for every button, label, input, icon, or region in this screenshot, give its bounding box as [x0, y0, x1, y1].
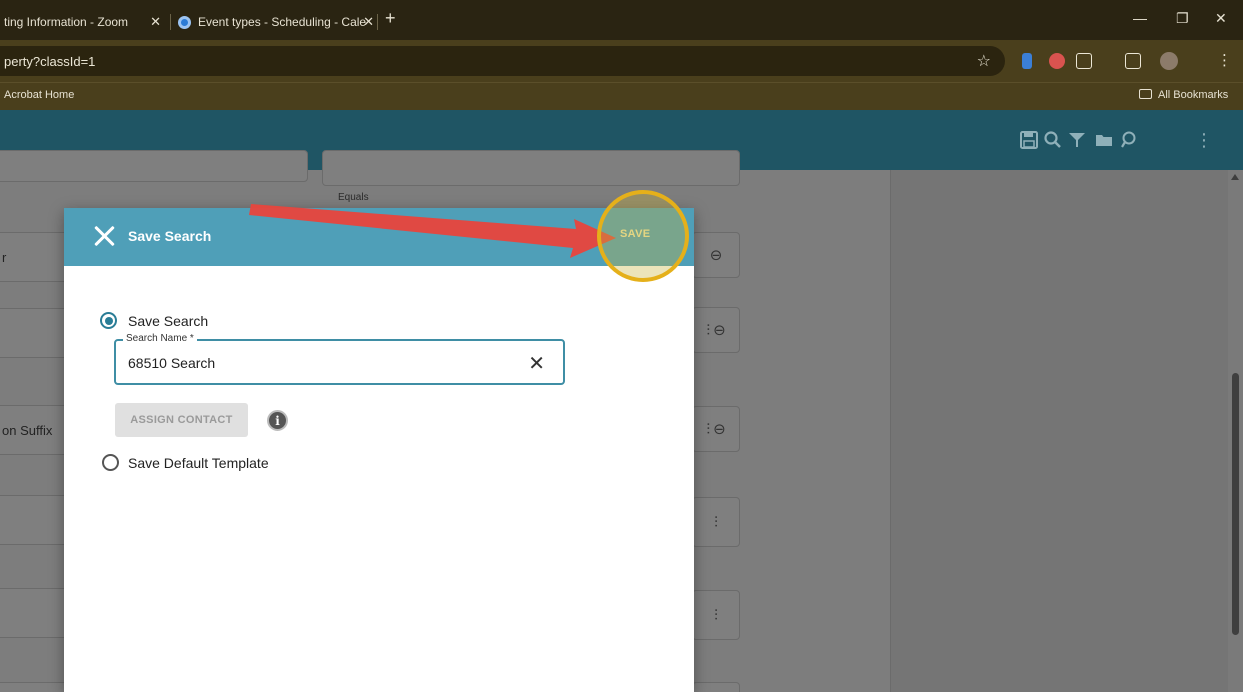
search-icon[interactable]	[1043, 130, 1063, 150]
right-panel	[890, 170, 1228, 692]
new-tab-icon[interactable]: +	[385, 8, 396, 29]
sliders-icon: ⫶	[706, 321, 711, 339]
restore-icon[interactable]: ❐	[1176, 10, 1189, 27]
dialog-header: Save Search SAVE	[64, 208, 694, 266]
tab-separator	[170, 14, 171, 30]
sliders-icon: ⫶	[714, 606, 718, 624]
info-icon[interactable]: i	[267, 410, 288, 431]
browser-tab-bar: ting Information - Zoom ✕ Event types - …	[0, 0, 1243, 40]
dialog-title: Save Search	[128, 228, 212, 244]
browser-menu-icon[interactable]: ⋮	[1217, 51, 1233, 69]
save-default-template-radio[interactable]	[102, 454, 119, 471]
bg-adjust-zoom-button: ⫶ ⊖	[692, 307, 740, 353]
bg-zoom-button: ⊖	[692, 232, 740, 278]
bg-adjust-button: ⫶	[692, 497, 740, 547]
bg-adjust-button	[692, 682, 740, 692]
bg-adjust-zoom-button: ⫶ ⊖	[692, 406, 740, 452]
bookmark-acrobat-home[interactable]: Acrobat Home	[4, 89, 74, 101]
bg-search-field	[0, 150, 308, 182]
folder-open-icon[interactable]	[1094, 130, 1114, 150]
zoom-out-icon: ⊖	[713, 322, 726, 339]
reading-mode-icon[interactable]	[1125, 53, 1141, 69]
url-text: perty?classId=1	[4, 53, 96, 69]
search-name-field[interactable]: Search Name * 68510 Search ✕	[114, 333, 565, 385]
scrollbar[interactable]	[1228, 170, 1243, 692]
search-reset-icon[interactable]	[1120, 130, 1140, 150]
more-menu-icon[interactable]: ⋮	[1194, 130, 1214, 150]
save-button[interactable]: SAVE	[620, 228, 650, 240]
tab-separator	[377, 14, 378, 30]
address-bar-row: perty?classId=1 ☆ ⋮	[0, 40, 1243, 82]
tab-event-types-label: Event types - Scheduling - Cale	[198, 15, 367, 29]
tab-zoom[interactable]: ting Information - Zoom ✕	[0, 8, 165, 36]
folder-icon	[1139, 89, 1152, 99]
calendar-favicon-icon	[178, 15, 191, 29]
save-icon[interactable]	[1019, 130, 1039, 150]
profile-avatar[interactable]	[1160, 52, 1178, 70]
docs-extension-icon[interactable]	[1022, 53, 1032, 69]
sliders-icon: ⫶	[714, 513, 718, 531]
save-search-radio[interactable]	[100, 312, 117, 329]
scroll-up-icon[interactable]	[1231, 174, 1239, 180]
close-window-icon[interactable]: ✕	[1215, 10, 1227, 27]
bg-row-label: on Suffix	[2, 423, 53, 438]
zoom-out-icon: ⊖	[709, 247, 723, 264]
bookmarks-bar: Acrobat Home All Bookmarks	[0, 82, 1243, 110]
tab-close-icon[interactable]: ✕	[150, 14, 161, 30]
sliders-icon: ⫶	[706, 420, 711, 438]
bg-row-label: r	[2, 250, 7, 265]
save-search-dialog: Save Search SAVE Save Search Search Name…	[64, 208, 694, 692]
tab-event-types[interactable]: Event types - Scheduling - Cale ✕	[178, 8, 378, 36]
all-bookmarks[interactable]: All Bookmarks	[1139, 89, 1228, 101]
filter-icon[interactable]	[1067, 130, 1087, 150]
minimize-icon[interactable]: —	[1133, 10, 1147, 26]
bg-adjust-button: ⫶	[692, 590, 740, 640]
bookmark-star-icon[interactable]: ☆	[977, 51, 991, 71]
url-field[interactable]: perty?classId=1 ☆	[0, 46, 1005, 76]
assign-contact-button[interactable]: ASSIGN CONTACT	[115, 403, 248, 437]
extensions-puzzle-icon[interactable]	[1076, 53, 1092, 69]
save-default-template-label[interactable]: Save Default Template	[128, 455, 269, 471]
color-extension-icon[interactable]	[1049, 53, 1065, 69]
search-name-value: 68510 Search	[128, 355, 216, 371]
zoom-out-icon: ⊖	[713, 421, 726, 438]
scrollbar-thumb[interactable]	[1232, 373, 1239, 635]
all-bookmarks-label: All Bookmarks	[1158, 89, 1229, 101]
search-name-label: Search Name *	[123, 333, 197, 344]
close-icon[interactable]	[92, 224, 116, 248]
tab-close-icon[interactable]: ✕	[363, 14, 374, 30]
tab-zoom-label: ting Information - Zoom	[4, 15, 129, 29]
save-search-radio-label[interactable]: Save Search	[128, 313, 208, 329]
clear-icon[interactable]: ✕	[528, 351, 545, 376]
bg-operator-field	[322, 150, 740, 186]
bg-equals-label: Equals	[338, 192, 369, 203]
